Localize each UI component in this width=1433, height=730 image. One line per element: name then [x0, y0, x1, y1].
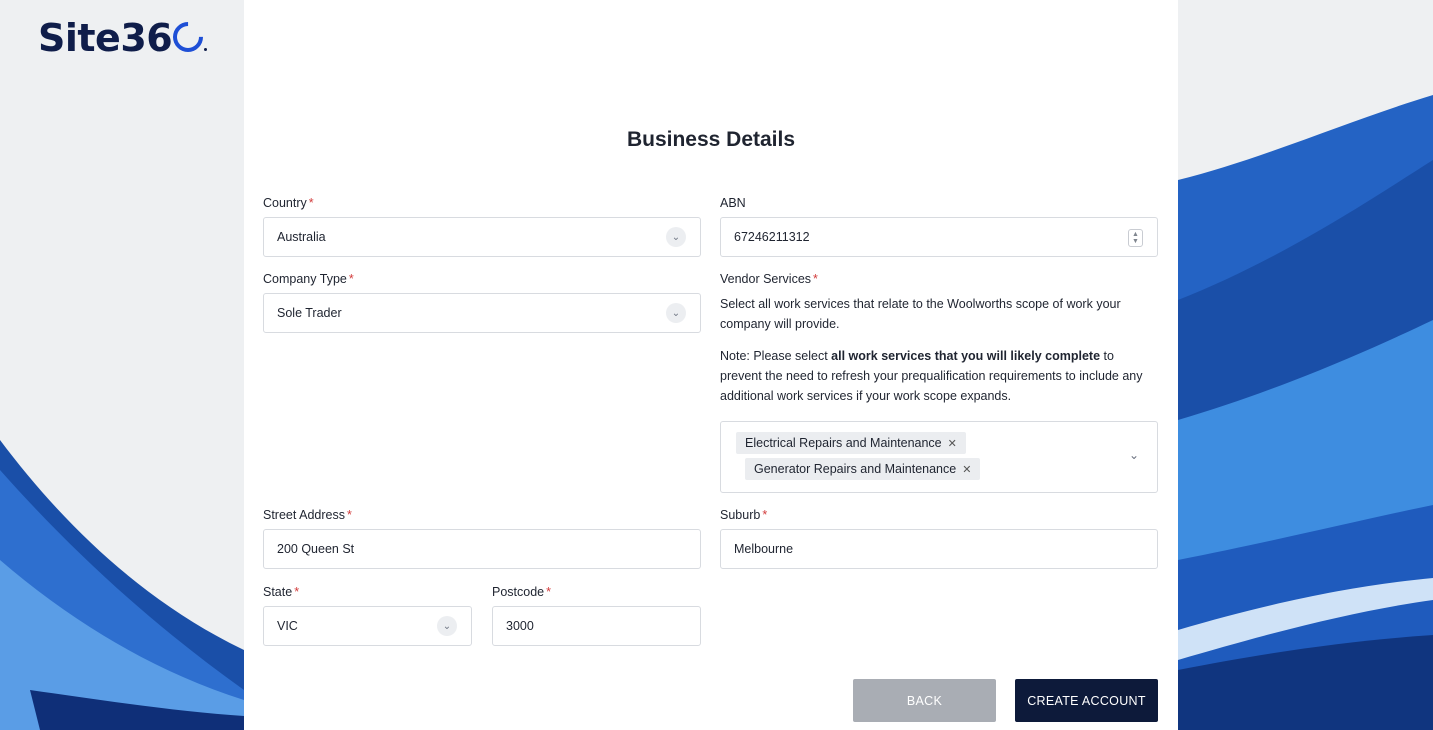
logo-text: Site36 [38, 16, 173, 60]
required-marker: * [294, 585, 300, 599]
required-marker: * [546, 585, 551, 599]
suburb-label: Suburb * [720, 508, 768, 522]
state-label: State * [263, 585, 300, 599]
abn-value: 67246211312 [734, 230, 810, 244]
page-title: Business Details [626, 128, 796, 151]
company-type-select[interactable]: Sole Trader ⌄ [263, 293, 701, 333]
back-button[interactable]: BACK [853, 679, 996, 722]
country-label: Country * [263, 196, 314, 210]
state-value: VIC [277, 619, 298, 633]
chevron-down-icon[interactable]: ⌄ [437, 616, 457, 636]
close-icon[interactable]: ✕ [948, 437, 957, 450]
logo-dot-icon [204, 48, 208, 51]
street-address-input[interactable]: 200 Queen St [263, 529, 701, 569]
company-type-label: Company Type * [263, 272, 354, 286]
chevron-down-icon[interactable]: ⌄ [666, 227, 686, 247]
business-details-panel: Business Details Country * Australia ⌄ AB… [244, 0, 1178, 730]
abn-input[interactable]: 67246211312 ▲ ▼ [720, 217, 1158, 257]
suburb-value: Melbourne [734, 542, 794, 556]
chevron-down-icon[interactable]: ⌄ [666, 303, 686, 323]
selected-service-chip: Electrical Repairs and Maintenance ✕ [736, 432, 966, 454]
country-select[interactable]: Australia ⌄ [263, 217, 701, 257]
vendor-services-label: Vendor Services * [720, 272, 818, 286]
postcode-input[interactable]: 3000 [492, 606, 701, 646]
vendor-services-multiselect[interactable]: Electrical Repairs and Maintenance ✕ Gene… [720, 421, 1158, 493]
site360-logo: Site36 [38, 15, 210, 60]
selected-service-chip: Generator Repairs and Maintenance ✕ [745, 458, 981, 480]
country-value: Australia [277, 230, 326, 244]
suburb-input[interactable]: Melbourne [720, 529, 1158, 569]
abn-label: ABN [720, 196, 746, 210]
postcode-label: Postcode * [492, 585, 551, 599]
vendor-services-note: Note: Please select all work services th… [720, 349, 1143, 403]
company-type-value: Sole Trader [277, 306, 342, 320]
state-select[interactable]: VIC ⌄ [263, 606, 472, 646]
street-address-value: 200 Queen St [277, 542, 355, 556]
required-marker: * [762, 508, 768, 522]
required-marker: * [813, 272, 818, 286]
required-marker: * [348, 272, 354, 286]
close-icon[interactable]: ✕ [962, 463, 971, 476]
required-marker: * [308, 196, 314, 210]
postcode-value: 3000 [506, 619, 534, 633]
create-account-button[interactable]: CREATE ACCOUNT [1015, 679, 1158, 722]
logo-ring-icon [167, 15, 210, 59]
required-marker: * [347, 508, 352, 522]
chevron-down-icon[interactable]: ⌄ [1129, 448, 1139, 462]
spinner-icon[interactable]: ▲ ▼ [1128, 229, 1143, 247]
vendor-services-help: Select all work services that relate to … [720, 297, 1121, 331]
street-address-label: Street Address * [263, 508, 352, 522]
